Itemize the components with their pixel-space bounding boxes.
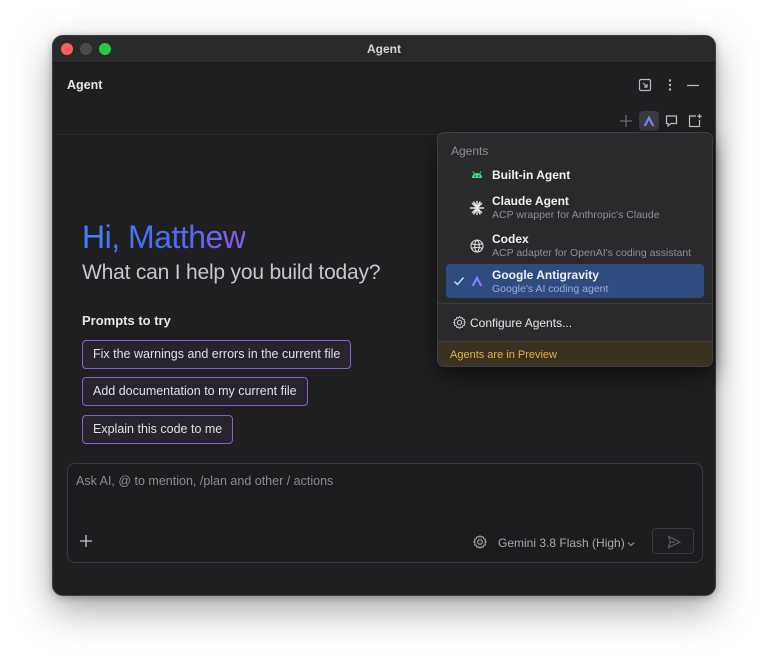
antigravity-agent-icon[interactable] (639, 111, 659, 131)
prompt-chip[interactable]: Explain this code to me (82, 415, 234, 444)
agent-option-claude[interactable]: Claude Agent ACP wrapper for Anthropic's… (446, 191, 704, 225)
panel-title: Agent (67, 78, 103, 92)
agent-description: Google's AI coding agent (492, 283, 609, 295)
attach-plus-icon[interactable] (77, 532, 95, 550)
send-button[interactable] (652, 528, 694, 554)
configure-agents-item[interactable]: Configure Agents... (446, 310, 704, 336)
agent-name: Claude Agent (492, 194, 569, 208)
agents-menu-heading: Agents (451, 144, 489, 158)
agents-dropdown-menu: Agents Built-in Agent Claude Agent ACP w… (437, 132, 713, 367)
model-selector[interactable]: Gemini 3.8 Flash (High) (498, 536, 625, 550)
preview-banner-text: Agents are in Preview (450, 349, 557, 361)
menu-divider (438, 303, 712, 304)
android-icon (469, 167, 485, 183)
antigravity-icon (469, 273, 485, 289)
prompt-chip[interactable]: Add documentation to my current file (82, 377, 308, 406)
agent-option-built-in[interactable]: Built-in Agent (446, 162, 704, 188)
greeting-title: Hi, Matthew (82, 219, 246, 255)
chat-input-placeholder[interactable]: Ask AI, @ to mention, /plan and other / … (76, 474, 333, 488)
prompts-heading: Prompts to try (82, 313, 171, 328)
gear-icon (452, 315, 467, 330)
minimize-icon[interactable] (685, 77, 701, 93)
send-icon (667, 535, 682, 549)
expand-icon[interactable] (637, 77, 653, 93)
model-settings-icon[interactable] (472, 534, 488, 550)
chat-input-box[interactable]: Ask AI, @ to mention, /plan and other / … (67, 463, 703, 563)
chat-history-icon[interactable] (662, 111, 682, 131)
checkmark-icon (452, 274, 466, 288)
chevron-down-icon[interactable] (625, 537, 637, 549)
agent-option-google-antigravity[interactable]: Google Antigravity Google's AI coding ag… (446, 264, 704, 298)
greeting-subtitle: What can I help you build today? (82, 261, 381, 284)
prompt-chip[interactable]: Fix the warnings and errors in the curre… (82, 340, 352, 369)
preview-banner: Agents are in Preview (438, 341, 712, 366)
agent-description: ACP adapter for OpenAI's coding assistan… (492, 247, 692, 259)
claude-icon (469, 200, 485, 216)
agent-description: ACP wrapper for Anthropic's Claude (492, 209, 660, 221)
agent-name: Built-in Agent (492, 168, 571, 182)
window-title: Agent (367, 42, 401, 56)
new-chat-icon[interactable] (685, 111, 705, 131)
tool-window-header: Agent (53, 63, 715, 107)
agent-toolbar (53, 107, 715, 135)
agent-option-codex[interactable]: Codex ACP adapter for OpenAI's coding as… (446, 229, 704, 263)
openai-icon (469, 238, 485, 254)
add-icon[interactable] (616, 111, 636, 131)
configure-agents-label: Configure Agents... (470, 316, 573, 330)
agent-name: Codex (492, 232, 529, 246)
more-vertical-icon[interactable] (662, 77, 678, 93)
agent-name: Google Antigravity (492, 268, 599, 282)
title-bar: Agent (53, 36, 715, 63)
